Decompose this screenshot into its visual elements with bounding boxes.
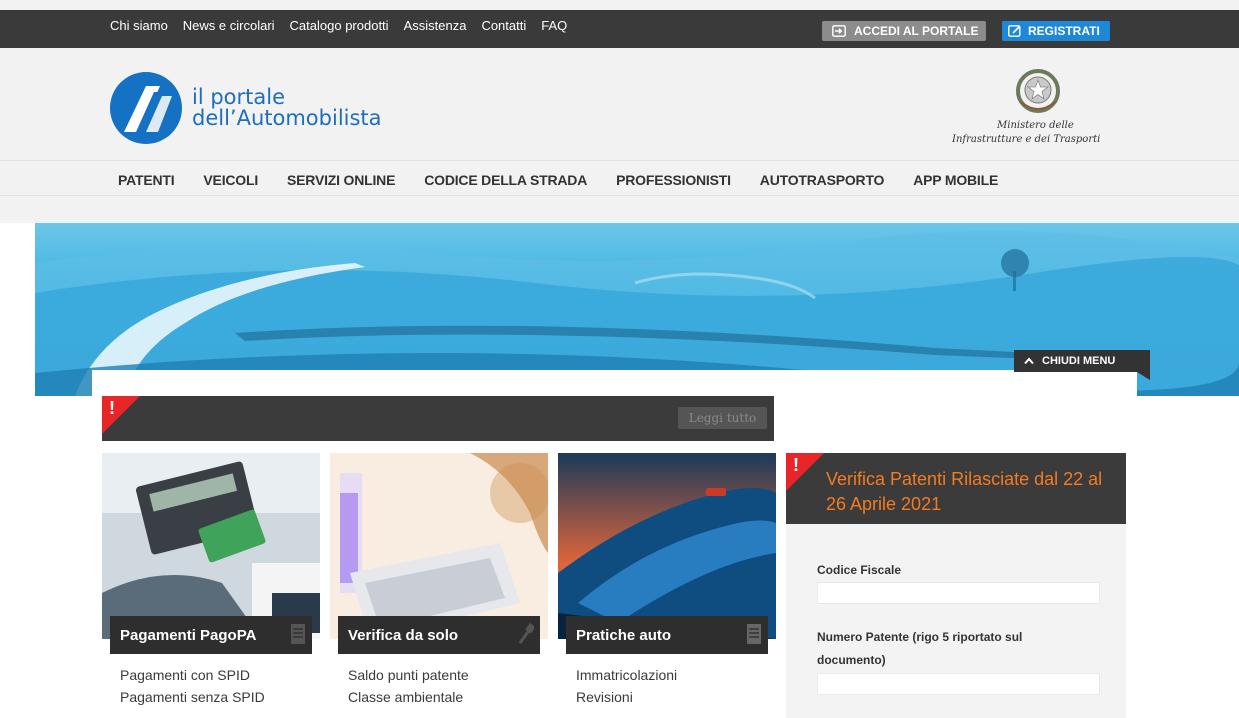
card-pratiche-links: Immatricolazioni Revisioni — [576, 667, 677, 706]
edit-icon — [1008, 25, 1021, 37]
top-link-assistenza[interactable]: Assistenza — [404, 18, 467, 33]
card-verifica-image[interactable] — [330, 453, 548, 639]
codice-fiscale-input[interactable] — [817, 582, 1100, 604]
card-pagamenti-title-bar[interactable]: Pagamenti PagoPA — [110, 616, 312, 654]
nav-spacer — [0, 196, 1239, 223]
nav-patenti[interactable]: PATENTI — [118, 172, 175, 188]
link-pagamenti-senza-spid[interactable]: Pagamenti senza SPID — [120, 689, 265, 706]
chevron-up-icon — [1024, 357, 1034, 365]
top-link-faq[interactable]: FAQ — [541, 18, 567, 33]
card-pagamenti-links: Pagamenti con SPID Pagamenti senza SPID — [120, 667, 265, 706]
verifica-flag-icon — [786, 453, 824, 491]
ministero-line2: Infrastrutture e dei Trasporti — [952, 134, 1101, 145]
chiudi-menu-label: CHIUDI MENU — [1042, 355, 1116, 367]
nav-codice-strada[interactable]: CODICE DELLA STRADA — [424, 172, 587, 188]
hammer-icon — [518, 623, 534, 644]
accedi-portale-button[interactable]: ACCEDI AL PORTALE — [822, 21, 987, 41]
card-verifica-title: Verifica da solo — [348, 626, 459, 644]
nav-app-mobile[interactable]: APP MOBILE — [913, 172, 998, 188]
leggi-tutto-button[interactable]: Leggi tutto — [678, 407, 767, 429]
document-icon — [291, 624, 305, 644]
alert-flag-icon — [102, 396, 140, 434]
login-icon — [832, 25, 846, 37]
card-verifica: Verifica da solo Saldo punti patente Cla… — [330, 453, 548, 718]
repubblica-emblem-icon — [1016, 69, 1060, 113]
card-pagamenti: Pagamenti PagoPA Pagamenti con SPID Paga… — [102, 453, 320, 718]
card-pagamenti-image[interactable] — [102, 453, 320, 639]
link-saldo-punti[interactable]: Saldo punti patente — [348, 667, 469, 684]
card-pratiche-title-bar[interactable]: Pratiche auto — [566, 616, 768, 654]
link-immatricolazioni[interactable]: Immatricolazioni — [576, 667, 677, 684]
site-header: il portale dell’Automobilista Ministero … — [0, 48, 1239, 160]
registrati-label: REGISTRATI — [1028, 24, 1100, 38]
numero-patente-input[interactable] — [817, 673, 1100, 695]
registrati-button[interactable]: REGISTRATI — [1002, 21, 1110, 41]
accedi-label: ACCEDI AL PORTALE — [854, 24, 979, 38]
top-link-catalogo[interactable]: Catalogo prodotti — [290, 18, 389, 33]
numero-patente-label-line2: documento) — [817, 653, 886, 667]
portale-logo-icon[interactable] — [110, 72, 182, 144]
logo-title-line2[interactable]: dell’Automobilista — [192, 107, 382, 129]
top-links: Chi siamo News e circolari Catalogo prod… — [110, 18, 567, 33]
nav-autotrasporto[interactable]: AUTOTRASPORTO — [760, 172, 885, 188]
document-icon — [747, 624, 761, 644]
alert-bar: ! Leggi tutto — [102, 396, 774, 441]
chiudi-menu-button[interactable]: CHIUDI MENU — [1014, 350, 1150, 372]
nav-professionisti[interactable]: PROFESSIONISTI — [616, 172, 731, 188]
page: Chi siamo News e circolari Catalogo prod… — [0, 0, 1239, 718]
nav-servizi-online[interactable]: SERVIZI ONLINE — [287, 172, 395, 188]
main-nav: PATENTI VEICOLI SERVIZI ONLINE CODICE DE… — [0, 160, 1239, 196]
alert-exclamation: ! — [109, 398, 115, 418]
top-link-contatti[interactable]: Contatti — [481, 18, 526, 33]
top-link-news[interactable]: News e circolari — [183, 18, 275, 33]
nav-veicoli[interactable]: VEICOLI — [203, 172, 258, 188]
card-verifica-title-bar[interactable]: Verifica da solo — [338, 616, 540, 654]
card-pagamenti-title: Pagamenti PagoPA — [120, 626, 257, 644]
verifica-header: ! Verifica Patenti Rilasciate dal 22 al … — [786, 453, 1126, 524]
link-classe-ambientale[interactable]: Classe ambientale — [348, 689, 469, 706]
top-link-chi-siamo[interactable]: Chi siamo — [110, 18, 168, 33]
link-revisioni[interactable]: Revisioni — [576, 689, 677, 706]
verifica-exclamation: ! — [793, 455, 799, 475]
verifica-title: Verifica Patenti Rilasciate dal 22 al 26… — [826, 469, 1103, 514]
card-pratiche-title: Pratiche auto — [576, 626, 672, 644]
card-verifica-links: Saldo punti patente Classe ambientale — [348, 667, 469, 706]
codice-fiscale-label: Codice Fiscale — [817, 563, 902, 577]
chiudi-menu-tail — [1137, 372, 1150, 380]
link-pagamenti-spid[interactable]: Pagamenti con SPID — [120, 667, 265, 684]
ministero-line1: Ministero delle — [997, 120, 1074, 131]
numero-patente-label-line1: Numero Patente (rigo 5 riportato sul — [817, 630, 1023, 644]
logo-title-line1[interactable]: il portale — [192, 86, 285, 108]
card-pratiche: Pratiche auto Immatricolazioni Revisioni — [558, 453, 776, 718]
card-pratiche-image[interactable] — [558, 453, 776, 639]
